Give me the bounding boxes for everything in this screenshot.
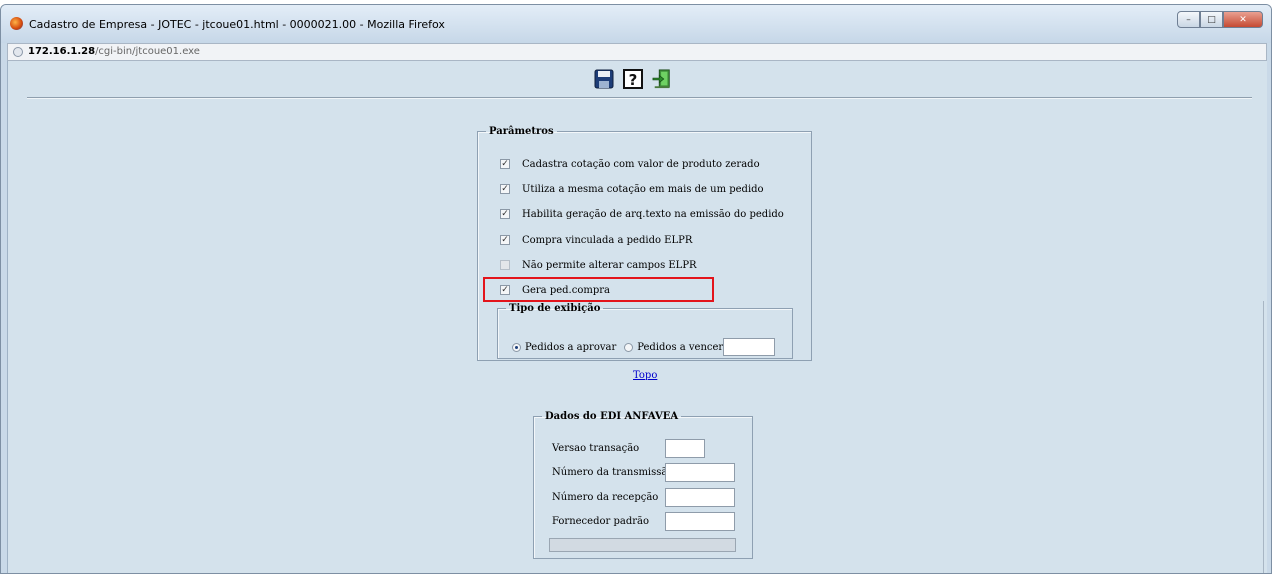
scrollbar[interactable] [1263, 301, 1267, 573]
radio-label-vencer: Pedidos a vencer [637, 341, 724, 353]
pedidos-vencer-input[interactable] [723, 338, 776, 356]
checkbox-nao-permite-alterar[interactable] [500, 260, 510, 270]
numero-recepcao-input[interactable] [665, 488, 735, 507]
option-nao-permite-alterar: Não permite alterar campos ELPR [500, 258, 697, 272]
option-label: Compra vinculada a pedido ELPR [522, 234, 693, 246]
address-bar[interactable]: 172.16.1.28/cgi-bin/jtcoue01.exe [7, 43, 1267, 61]
checkbox-mesma-cotacao[interactable]: ✓ [500, 184, 510, 194]
option-label: Habilita geração de arq.texto na emissão… [522, 208, 784, 220]
separator [27, 97, 1252, 99]
numero-transmissao-label: Número da transmissão [552, 467, 674, 478]
tipo-exibicao-legend: Tipo de exibição [509, 303, 601, 314]
title-bar: Cadastro de Empresa - JOTEC - jtcoue01.h… [1, 5, 1271, 43]
parametros-fieldset: Parâmetros ✓ Cadastra cotação com valor … [477, 126, 812, 361]
edi-legend: Dados do EDI ANFAVEA [545, 411, 679, 422]
maximize-button[interactable]: □ [1200, 11, 1223, 28]
option-label: Cadastra cotação com valor de produto ze… [522, 158, 760, 170]
firefox-icon [10, 17, 23, 30]
window-title: Cadastro de Empresa - JOTEC - jtcoue01.h… [29, 18, 445, 31]
fornecedor-padrao-input[interactable] [665, 512, 735, 531]
highlight-box [483, 277, 714, 302]
checkbox-habilita-geracao[interactable]: ✓ [500, 209, 510, 219]
option-mesma-cotacao: ✓ Utiliza a mesma cotação em mais de um … [500, 182, 764, 196]
toolbar: ? [594, 67, 672, 91]
url-text: 172.16.1.28/cgi-bin/jtcoue01.exe [28, 46, 200, 57]
radio-label-aprovar: Pedidos a aprovar [525, 341, 617, 353]
browser-window: Cadastro de Empresa - JOTEC - jtcoue01.h… [0, 4, 1272, 574]
option-cadastra-cotacao: ✓ Cadastra cotação com valor de produto … [500, 157, 760, 171]
globe-icon [13, 47, 23, 57]
save-icon[interactable] [594, 67, 614, 91]
option-label: Utiliza a mesma cotação em mais de um pe… [522, 183, 764, 195]
versao-transacao-label: Versao transação [552, 443, 640, 454]
checkbox-cadastra-cotacao[interactable]: ✓ [500, 159, 510, 169]
radio-pedidos-vencer[interactable] [624, 342, 634, 352]
versao-transacao-input[interactable] [665, 439, 705, 458]
edi-anfavea-fieldset: Dados do EDI ANFAVEA Versao transação Nú… [533, 411, 753, 559]
parametros-legend: Parâmetros [489, 126, 554, 137]
svg-text:?: ? [629, 71, 638, 89]
radio-pedidos-aprovar[interactable] [512, 342, 521, 352]
fornecedor-padrao-label: Fornecedor padrão [552, 516, 649, 527]
minimize-button[interactable]: – [1177, 11, 1200, 28]
tipo-exibicao-options: Pedidos a aprovar Pedidos a vencer [512, 338, 776, 356]
numero-recepcao-label: Número da recepção [552, 492, 659, 503]
topo-link[interactable]: Topo [633, 370, 657, 381]
option-habilita-geracao: ✓ Habilita geração de arq.texto na emiss… [500, 207, 784, 221]
option-compra-vinculada: ✓ Compra vinculada a pedido ELPR [500, 233, 692, 247]
checkbox-compra-vinculada[interactable]: ✓ [500, 235, 510, 245]
tipo-exibicao-fieldset: Tipo de exibição Pedidos a aprovar Pedid… [497, 303, 793, 359]
url-host: 172.16.1.28 [28, 46, 96, 57]
option-label: Não permite alterar campos ELPR [522, 259, 697, 271]
numero-transmissao-input[interactable] [665, 463, 735, 482]
exit-icon[interactable] [652, 67, 672, 91]
window-controls: – □ ✕ [1177, 11, 1263, 28]
help-icon[interactable]: ? [623, 67, 643, 91]
page-content: ? Parâmetros ✓ Cadastra cotação com valo… [7, 61, 1267, 573]
edi-status-bar [549, 538, 736, 552]
url-path: /cgi-bin/jtcoue01.exe [95, 46, 200, 57]
close-button[interactable]: ✕ [1223, 11, 1263, 28]
